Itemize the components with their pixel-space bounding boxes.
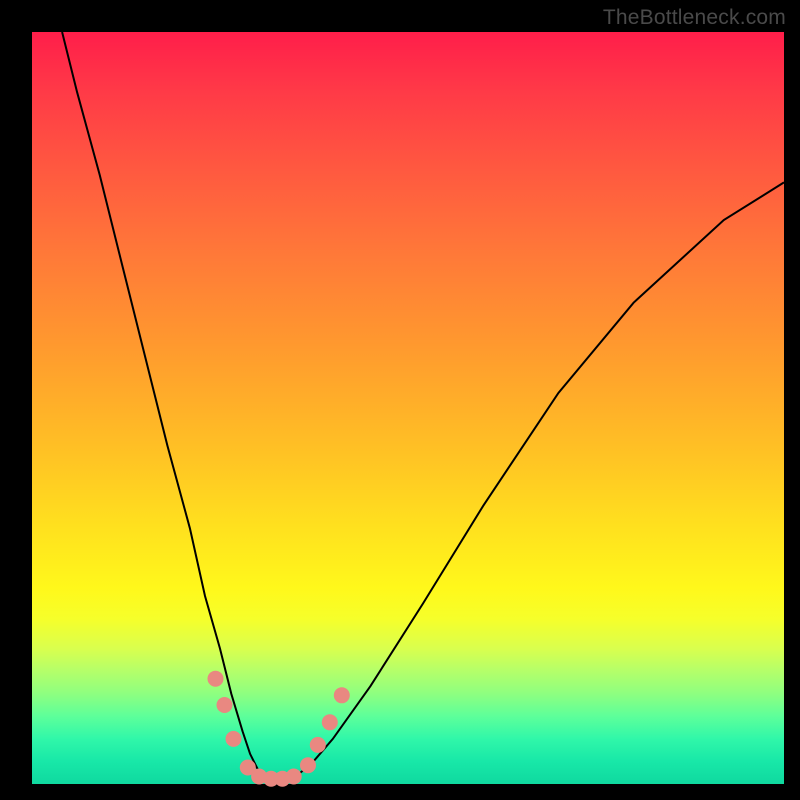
outer-frame: TheBottleneck.com	[0, 0, 800, 800]
curve-layer	[62, 32, 784, 780]
curve-marker	[300, 757, 316, 773]
curve-marker	[217, 697, 233, 713]
curve-marker	[208, 671, 224, 687]
curve-marker	[310, 737, 326, 753]
watermark-text: TheBottleneck.com	[603, 6, 786, 30]
curve-marker	[286, 769, 302, 785]
curve-marker	[322, 714, 338, 730]
curve-marker	[334, 687, 350, 703]
chart-svg	[32, 32, 784, 784]
bottleneck-curve	[62, 32, 784, 780]
curve-marker	[226, 731, 242, 747]
